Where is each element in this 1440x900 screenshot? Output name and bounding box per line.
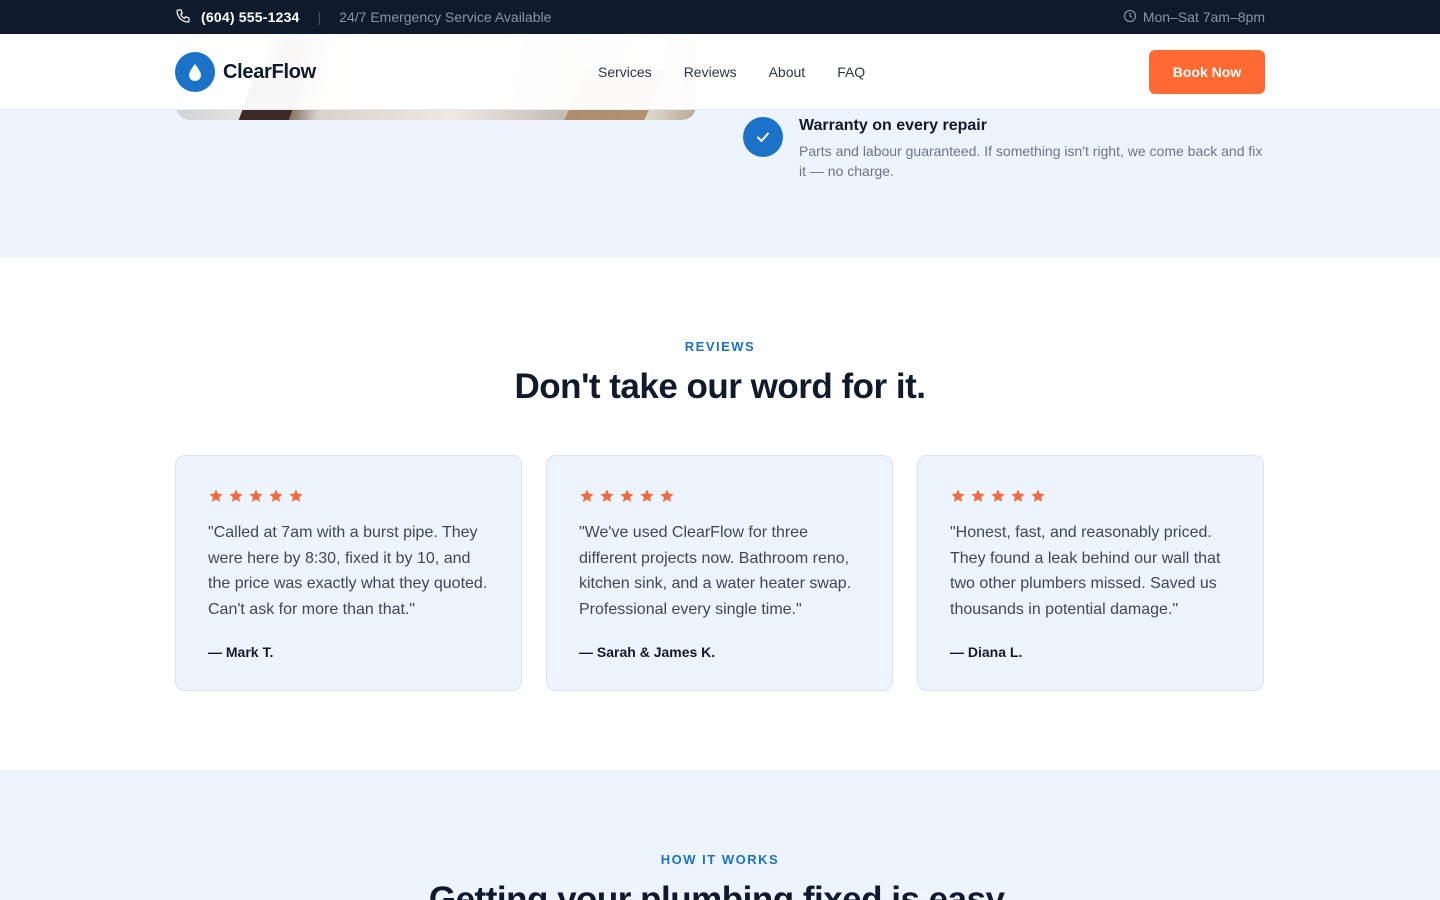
emergency-text: 24/7 Emergency Service Available [339,9,552,25]
clock-icon [1123,9,1137,26]
feature-title: Warranty on every repair [799,117,987,134]
star-icon [950,488,966,504]
feature-warranty: Warranty on every repair Parts and labou… [743,117,1265,181]
star-icon [288,488,304,504]
star-icon [619,488,635,504]
review-quote: "We've used ClearFlow for three differen… [579,524,852,618]
star-rating [208,488,489,504]
how-eyebrow: HOW IT WORKS [660,852,780,867]
top-bar: (604) 555-1234 | 24/7 Emergency Service … [0,0,1440,34]
review-card: "Called at 7am with a burst pipe. They w… [175,455,522,691]
star-icon [208,488,224,504]
star-icon [228,488,244,504]
how-title: Getting your plumbing fixed is easy. [428,880,1012,900]
star-rating [950,488,1231,504]
phone-link[interactable]: (604) 555-1234 [201,9,300,25]
star-icon [970,488,986,504]
phone-icon [175,8,191,27]
nav-faq[interactable]: FAQ [837,64,865,80]
review-quote: "Called at 7am with a burst pipe. They w… [208,524,488,618]
business-hours: Mon–Sat 7am–8pm [1142,9,1265,25]
topbar-separator: | [317,9,322,25]
check-icon [743,117,783,157]
brand-name: ClearFlow [223,60,316,83]
reviews-section: REVIEWS Don't take our word for it. "Cal… [0,257,1440,770]
how-it-works-section: HOW IT WORKS Getting your plumbing fixed… [0,770,1440,900]
review-author: — Diana L. [950,644,1023,661]
star-icon [659,488,675,504]
nav-reviews[interactable]: Reviews [684,64,737,80]
reviews-title: Don't take our word for it. [514,367,926,406]
star-icon [639,488,655,504]
star-icon [579,488,595,504]
nav-about[interactable]: About [769,64,806,80]
review-author: — Sarah & James K. [579,644,716,661]
review-card: "We've used ClearFlow for three differen… [546,455,893,691]
logo[interactable]: ClearFlow [175,52,316,92]
review-author: — Mark T. [208,644,274,661]
review-cards: "Called at 7am with a burst pipe. They w… [175,455,1265,691]
reviews-eyebrow: REVIEWS [684,339,756,354]
star-icon [599,488,615,504]
water-drop-icon [175,52,215,92]
book-now-button[interactable]: Book Now [1149,50,1265,94]
review-card: "Honest, fast, and reasonably priced. Th… [917,455,1264,691]
review-quote: "Honest, fast, and reasonably priced. Th… [950,524,1221,618]
star-icon [248,488,264,504]
site-header: ClearFlow Services Reviews About FAQ Boo… [0,34,1440,110]
feature-description: Parts and labour guaranteed. If somethin… [799,143,1263,179]
star-rating [579,488,860,504]
main-nav: Services Reviews About FAQ [598,64,865,80]
star-icon [268,488,284,504]
star-icon [1010,488,1026,504]
star-icon [990,488,1006,504]
nav-services[interactable]: Services [598,64,652,80]
star-icon [1030,488,1046,504]
